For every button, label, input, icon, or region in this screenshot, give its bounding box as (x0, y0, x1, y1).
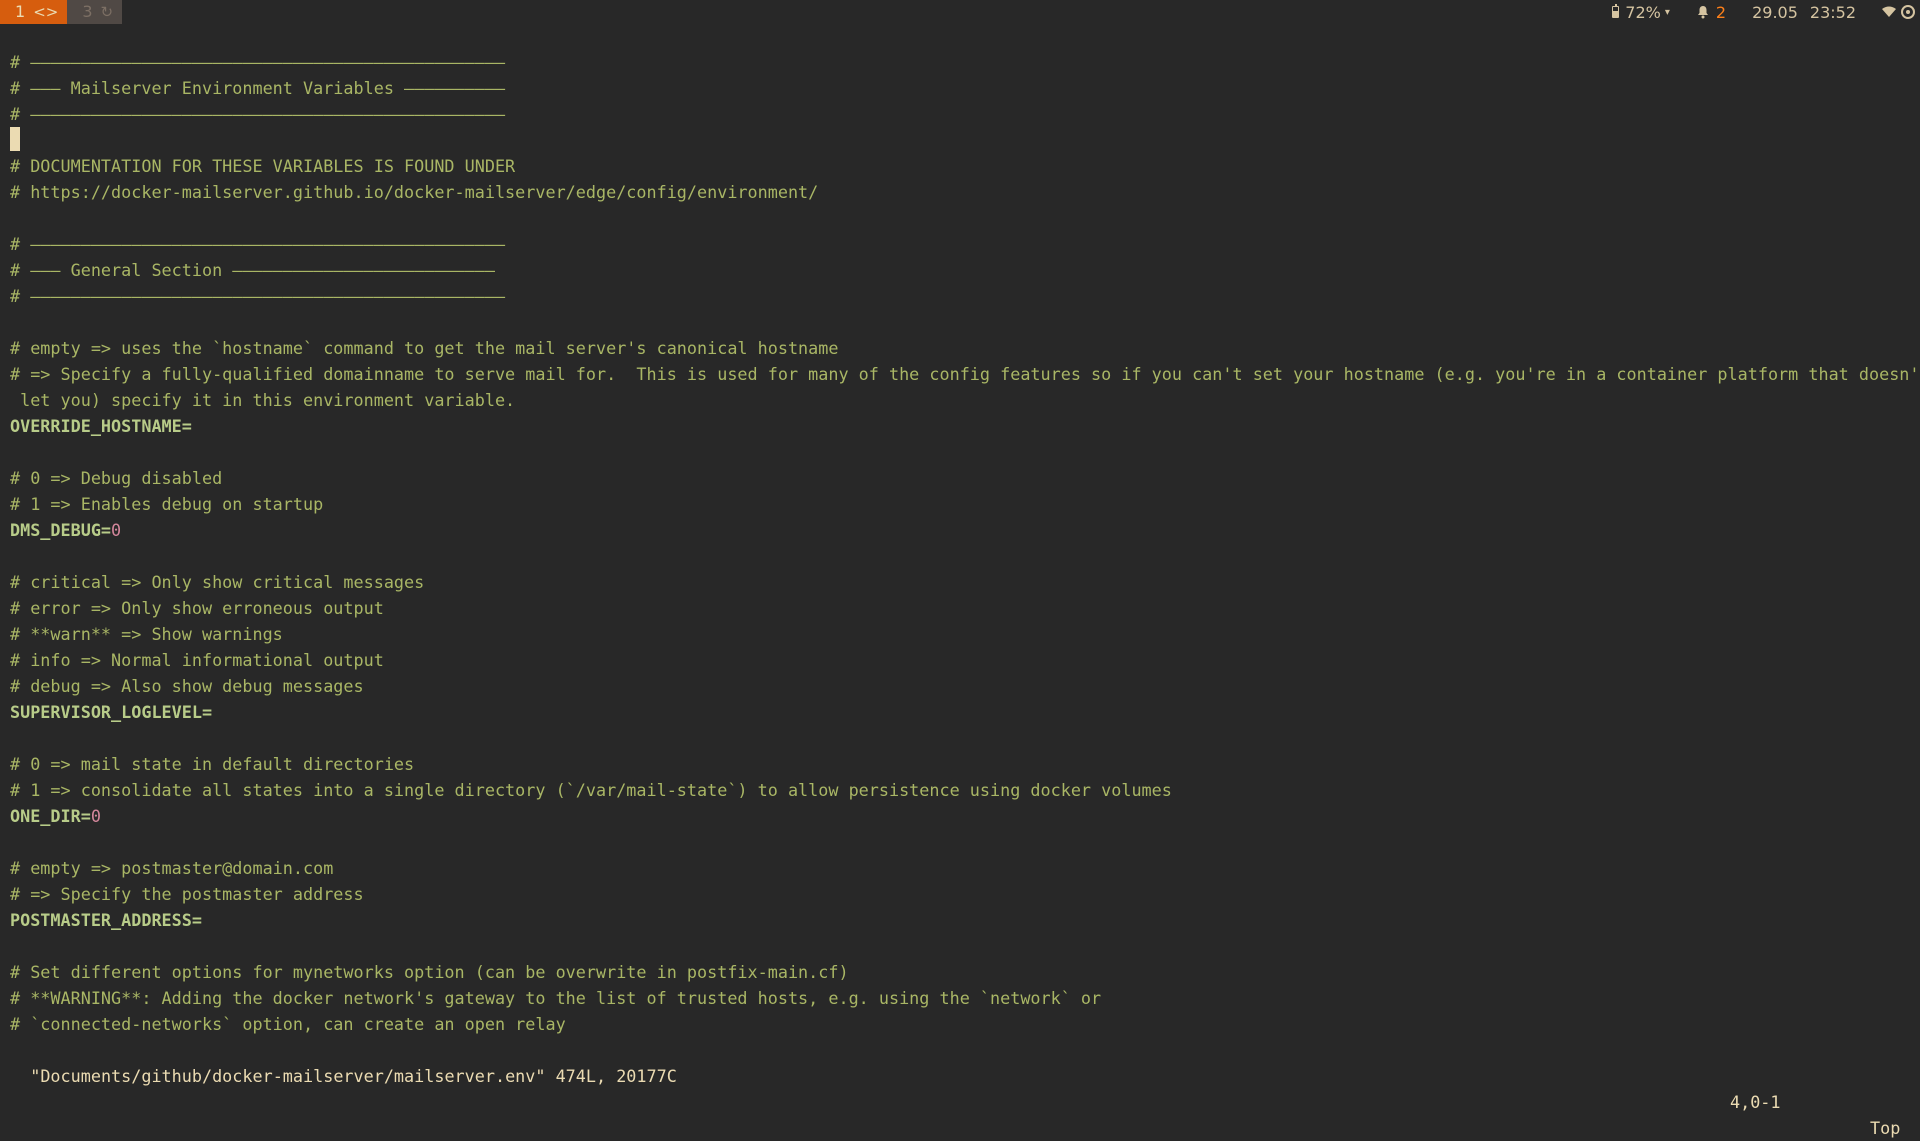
buffer-line: # debug => Also show debug messages (10, 676, 364, 696)
buffer-line: # 1 => consolidate all states into a sin… (10, 780, 1172, 800)
vim-buffer[interactable]: # ——————————————————————————————————————… (10, 49, 1920, 1037)
buffer-line (10, 725, 1910, 751)
buffer-line: # ——————————————————————————————————————… (10, 234, 506, 254)
buffer-line: DMS_DEBUG=0 (10, 517, 1910, 543)
buffer-line: # => Specify a fully-qualified domainnam… (10, 364, 1920, 384)
workspace-number: 3 (82, 2, 93, 21)
buffer-line: # 1 => Enables debug on startup (10, 494, 324, 514)
buffer-line (10, 309, 1910, 335)
buffer-line (10, 543, 1910, 569)
buffer-line: # ——————————————————————————————————————… (10, 104, 506, 124)
buffer-line: # https://docker-mailserver.github.io/do… (10, 182, 819, 202)
refresh-icon: ↻ (100, 3, 114, 21)
time: 23:52 (1809, 2, 1856, 22)
battery-icon (1612, 4, 1620, 18)
variable-name: SUPERVISOR_LOGLEVEL= (10, 702, 213, 722)
buffer-line: # ——————————————————————————————————————… (10, 52, 506, 72)
battery-indicator[interactable]: 72% ▾ (1612, 3, 1670, 22)
buffer-line: # Set different options for mynetworks o… (10, 962, 849, 982)
battery-level: 72% (1625, 2, 1661, 22)
buffer-line: let you) specify it in this environment … (10, 390, 516, 410)
buffer-line: # info => Normal informational output (10, 650, 384, 670)
variable-value: 0 (111, 520, 122, 540)
network-icon (1901, 5, 1915, 19)
system-tray: 72% ▾ 2 29.05 23:52 (1612, 0, 1920, 24)
buffer-line (10, 439, 1910, 465)
buffer-line: # **WARNING**: Adding the docker network… (10, 988, 1102, 1008)
buffer-line: # empty => uses the `hostname` command t… (10, 338, 839, 358)
buffer-line: # empty => postmaster@domain.com (10, 858, 334, 878)
buffer-line: # 0 => Debug disabled (10, 468, 223, 488)
buffer-line: POSTMASTER_ADDRESS= (10, 907, 1910, 933)
vim-status-line: "Documents/github/docker-mailserver/mail… (10, 1037, 1910, 1138)
scroll-position: Top (1870, 1118, 1901, 1138)
workspace-1-button[interactable]: 1 <> (0, 0, 68, 24)
notification-count: 2 (1715, 2, 1727, 22)
buffer-line: # error => Only show erroneous output (10, 598, 384, 618)
buffer-line: OVERRIDE_HOSTNAME= (10, 413, 1910, 439)
buffer-line (10, 829, 1910, 855)
variable-name: ONE_DIR= (10, 806, 91, 826)
buffer-line: # ——— General Section ——————————————————… (10, 260, 495, 280)
code-icon: <> (33, 3, 59, 21)
buffer-line: # ——————————————————————————————————————… (10, 286, 506, 306)
wifi-icon (1882, 6, 1896, 17)
buffer-line: # DOCUMENTATION FOR THESE VARIABLES IS F… (10, 156, 516, 176)
buffer-line: # => Specify the postmaster address (10, 884, 364, 904)
buffer-line: # critical => Only show critical message… (10, 572, 425, 592)
date: 29.05 (1752, 2, 1798, 22)
buffer-line: # ——— Mailserver Environment Variables —… (10, 78, 506, 98)
clock: 29.05 23:52 (1752, 3, 1856, 22)
buffer-line (10, 933, 1910, 959)
chevron-down-icon: ▾ (1664, 6, 1670, 18)
file-info: "Documents/github/docker-mailserver/mail… (30, 1066, 677, 1086)
workspace-3-button[interactable]: 3 ↻ (67, 0, 123, 24)
variable-value: 0 (90, 806, 101, 826)
buffer-line: SUPERVISOR_LOGLEVEL= (10, 699, 1910, 725)
cursor-position: 4,0-1 (1730, 1092, 1781, 1112)
buffer-line: ONE_DIR=0 (10, 803, 1910, 829)
network-indicators[interactable] (1882, 4, 1916, 20)
variable-name: OVERRIDE_HOSTNAME= (10, 416, 192, 436)
notification-indicator[interactable]: 2 (1696, 3, 1726, 22)
text-cursor (10, 127, 20, 151)
buffer-line (10, 127, 1910, 153)
buffer-line (10, 205, 1910, 231)
buffer-line: # **warn** => Show warnings (10, 624, 283, 644)
workspace-number: 1 (15, 2, 26, 21)
variable-name: DMS_DEBUG= (10, 520, 112, 540)
buffer-line: # `connected-networks` option, can creat… (10, 1014, 566, 1034)
variable-name: POSTMASTER_ADDRESS= (10, 910, 202, 930)
bell-icon (1697, 6, 1708, 19)
buffer-line: # 0 => mail state in default directories (10, 754, 415, 774)
top-bar: 1 <> 3 ↻ 72% ▾ 2 29.05 23:52 (0, 0, 1920, 24)
